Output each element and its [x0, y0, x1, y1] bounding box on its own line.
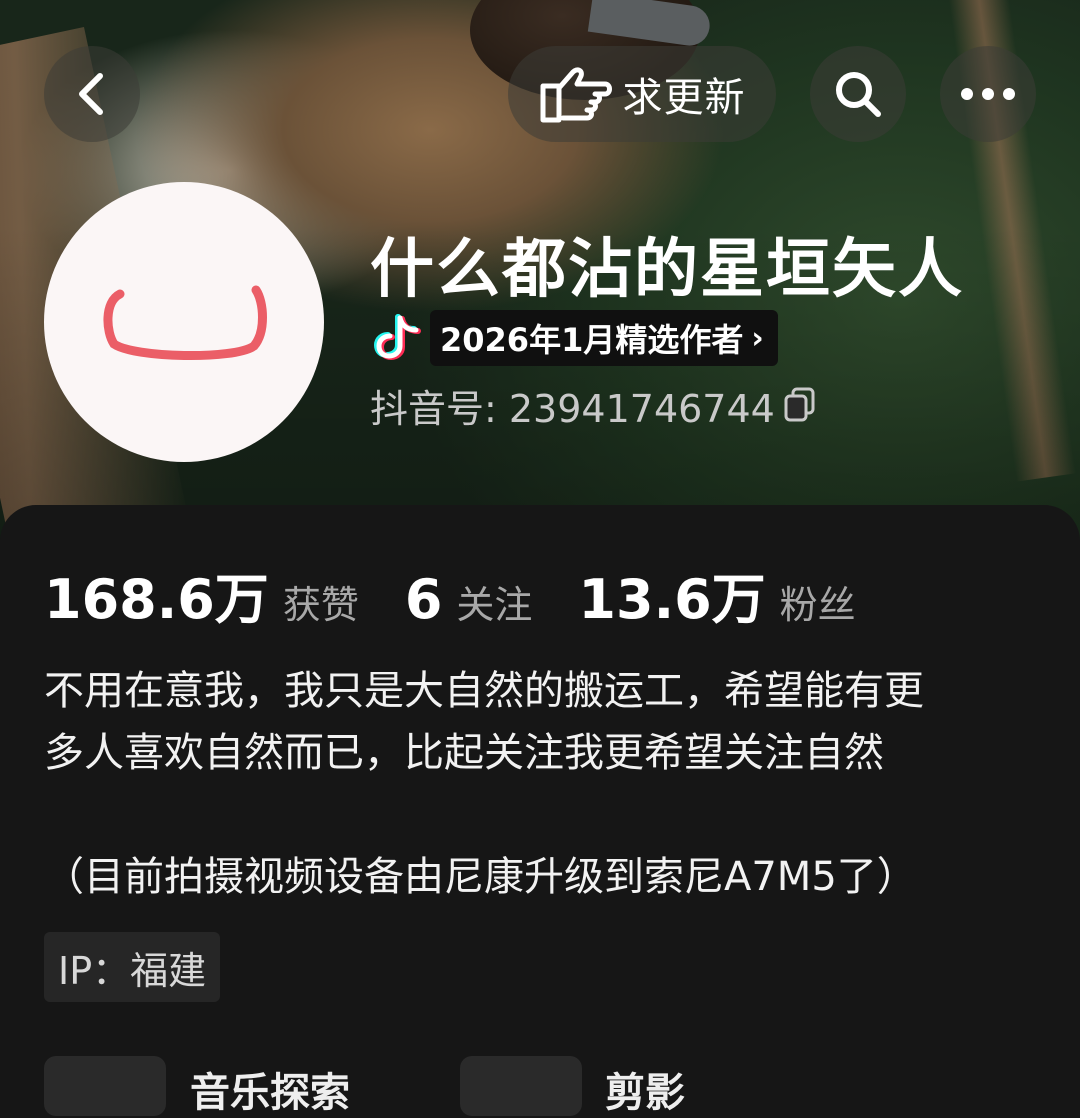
featured-creator-badge[interactable]: 2026年1月精选作者 ›	[370, 310, 778, 366]
stat-followers[interactable]: 13.6万 粉丝	[578, 555, 855, 634]
stat-value: 6	[404, 568, 443, 631]
ip-location-tag: IP：福建	[44, 932, 221, 1002]
douyin-id-row[interactable]: 抖音号: 23941746744	[370, 380, 817, 431]
bio-line: 不用在意我，我只是大自然的搬运工，希望能有更	[44, 668, 924, 714]
featured-creator-label: 2026年1月精选作者	[440, 321, 744, 359]
bio-line: （目前拍摄视频设备由尼康升级到索尼A7M5了）	[44, 854, 917, 900]
music-explore-card-thumb[interactable]	[44, 1056, 166, 1116]
stat-value: 168.6万	[44, 568, 269, 631]
featured-creator-pill[interactable]: 2026年1月精选作者 ›	[430, 310, 778, 366]
stat-likes: 168.6万 获赞	[44, 555, 359, 634]
bio-line: 多人喜欢自然而已，比起关注我更希望关注自然	[44, 730, 884, 776]
stat-label: 粉丝	[779, 583, 856, 627]
avatar[interactable]	[44, 182, 324, 462]
stats-row: 168.6万 获赞 6 关注 13.6万 粉丝	[44, 555, 902, 631]
chevron-right-icon: ›	[751, 320, 764, 356]
stat-following[interactable]: 6 关注	[405, 568, 533, 631]
search-icon	[836, 72, 881, 117]
chevron-left-icon	[79, 73, 103, 115]
request-update-label: 求更新	[622, 75, 746, 121]
stat-value: 13.6万	[578, 568, 766, 631]
second-card-thumb[interactable]	[460, 1056, 582, 1116]
stat-label: 关注	[456, 583, 533, 627]
profile-bio: 不用在意我，我只是大自然的搬运工，希望能有更 多人喜欢自然而已，比起关注我更希望…	[44, 660, 1044, 908]
music-explore-card-label[interactable]: 音乐探索	[190, 1060, 350, 1118]
request-update-button[interactable]: 求更新	[508, 46, 776, 142]
copy-icon[interactable]	[783, 387, 817, 423]
pointing-hand-icon	[540, 67, 612, 123]
more-options-button[interactable]	[940, 46, 1036, 142]
bio-spacer	[44, 784, 1044, 846]
douyin-logo-icon	[370, 310, 426, 366]
back-button[interactable]	[44, 46, 140, 142]
search-button[interactable]	[810, 46, 906, 142]
avatar-mark	[103, 285, 267, 361]
more-dots-icon	[961, 88, 1015, 100]
second-card-label[interactable]: 剪影	[605, 1060, 685, 1118]
profile-nickname: 什么都沾的星垣矢人	[370, 233, 964, 307]
stat-label: 获赞	[282, 583, 359, 627]
douyin-id-text: 抖音号: 23941746744	[370, 386, 775, 431]
